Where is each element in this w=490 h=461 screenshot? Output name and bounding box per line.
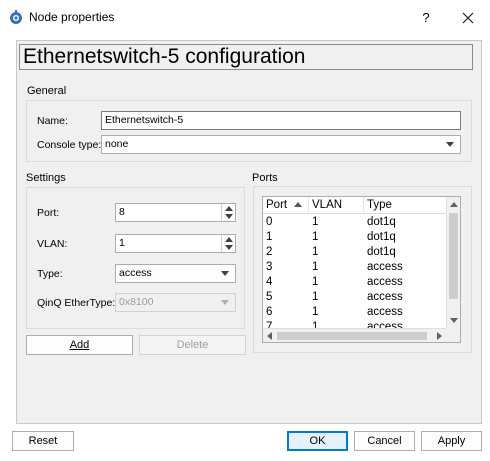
vlan-label: VLAN: [37,238,68,250]
port-spinbox[interactable]: 8 [115,203,236,222]
ports-table-header: Port VLAN Type [263,197,446,214]
scroll-down-icon[interactable] [450,318,458,323]
column-header-vlan-label: VLAN [312,199,343,211]
qinq-ethertype-select: 0x8100 [115,293,236,312]
column-header-port[interactable]: Port [263,197,309,214]
chevron-down-icon [446,142,454,147]
port-value: 8 [119,206,125,218]
column-header-vlan[interactable]: VLAN [309,197,364,214]
scroll-thumb[interactable] [277,332,427,340]
add-button[interactable]: Add [26,335,133,355]
port-cell: 1 [266,231,273,243]
window-title: Node properties [29,10,115,24]
port-label: Port: [37,207,60,219]
port-cell: 3 [266,261,273,273]
vlan-cell: 1 [312,276,319,288]
ports-table[interactable]: Port VLAN Type 0 1 dot1q 1 1 dot1q 2 1 d… [262,196,461,343]
table-row[interactable]: 3 1 access [263,260,446,275]
spin-down-icon[interactable] [225,214,233,219]
port-cell: 0 [266,216,273,228]
apply-button[interactable]: Apply [421,431,482,451]
console-type-label: Console type: [37,139,102,151]
ports-group-title: Ports [252,172,278,184]
cancel-button[interactable]: Cancel [354,431,415,451]
type-select[interactable]: access [115,264,236,283]
name-input[interactable]: Ethernetswitch-5 [101,111,461,130]
column-header-type-label: Type [367,199,392,211]
scroll-right-icon[interactable] [437,332,442,340]
chevron-down-icon [221,300,229,305]
port-cell: 2 [266,246,273,258]
table-row[interactable]: 2 1 dot1q [263,245,446,260]
table-row[interactable]: 6 1 access [263,305,446,320]
table-row[interactable]: 0 1 dot1q [263,215,446,230]
port-cell: 5 [266,291,273,303]
console-type-value: none [105,138,129,150]
vlan-cell: 1 [312,306,319,318]
column-header-type[interactable]: Type [364,197,446,214]
close-icon[interactable] [458,8,478,28]
port-cell: 4 [266,276,273,288]
qinq-ethertype-value: 0x8100 [119,296,154,308]
table-row[interactable]: 5 1 access [263,290,446,305]
console-type-select[interactable]: none [101,135,461,154]
type-cell: dot1q [367,231,396,243]
vlan-spinbox[interactable]: 1 [115,234,236,253]
vertical-scrollbar[interactable] [446,197,460,329]
type-cell: access [367,276,403,288]
type-value: access [119,267,152,279]
type-cell: dot1q [367,246,396,258]
scrollbar-corner [446,328,460,342]
vlan-cell: 1 [312,291,319,303]
add-button-label: Add [69,339,90,351]
spin-up-icon[interactable] [225,206,233,211]
vlan-value: 1 [119,237,125,249]
type-cell: access [367,306,403,318]
type-label: Type: [37,268,63,280]
spin-up-icon[interactable] [225,237,233,242]
help-button[interactable]: ? [416,8,436,28]
table-row[interactable]: 1 1 dot1q [263,230,446,245]
type-cell: access [367,291,403,303]
scroll-up-icon[interactable] [450,202,458,207]
vlan-cell: 1 [312,231,319,243]
delete-button[interactable]: Delete [139,335,246,355]
horizontal-scrollbar[interactable] [263,328,460,342]
scroll-left-icon[interactable] [267,332,272,340]
vlan-cell: 1 [312,261,319,273]
vlan-cell: 1 [312,216,319,228]
spin-down-icon[interactable] [225,245,233,250]
type-cell: dot1q [367,216,396,228]
type-cell: access [367,261,403,273]
column-header-port-label: Port [266,199,288,211]
delete-button-label: Delete [176,339,209,351]
sort-ascending-icon [294,202,302,207]
general-group-title: General [27,85,67,97]
qinq-ethertype-label: QinQ EtherType: [37,297,116,309]
page-title: Ethernetswitch-5 configuration [19,44,473,70]
vlan-cell: 1 [312,246,319,258]
ok-button[interactable]: OK [287,431,348,451]
port-cell: 6 [266,306,273,318]
name-label: Name: [37,115,68,127]
settings-group-title: Settings [26,172,66,184]
reset-button[interactable]: Reset [12,431,74,451]
chevron-down-icon [221,271,229,276]
scroll-thumb[interactable] [449,213,458,299]
app-logo-icon [10,10,22,24]
table-row[interactable]: 4 1 access [263,275,446,290]
